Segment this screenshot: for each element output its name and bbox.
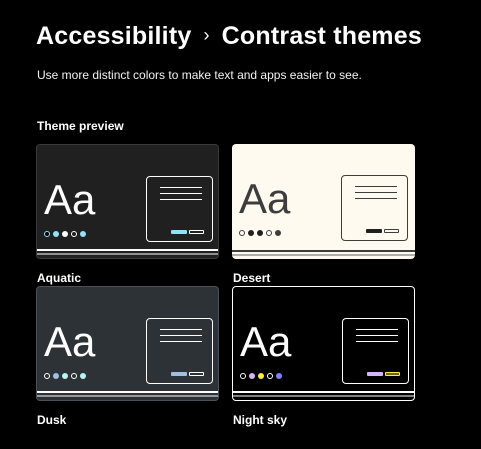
text-line bbox=[356, 335, 398, 336]
swatch-dot bbox=[80, 231, 86, 237]
color-swatches bbox=[44, 231, 86, 237]
color-swatches bbox=[44, 373, 86, 379]
swatch-dot bbox=[62, 373, 68, 379]
swatch-dot bbox=[44, 231, 50, 237]
preview-button-primary bbox=[171, 372, 187, 376]
window-preview bbox=[146, 318, 213, 384]
theme-name-dusk: Dusk bbox=[37, 413, 67, 427]
page-description: Use more distinct colors to make text an… bbox=[37, 68, 362, 82]
theme-card-night-sky[interactable]: Aa bbox=[232, 286, 415, 401]
preview-button-secondary bbox=[385, 372, 400, 376]
text-line bbox=[160, 199, 202, 200]
text-line bbox=[355, 198, 397, 199]
breadcrumb-contrast-themes: Contrast themes bbox=[221, 22, 422, 50]
preview-button-primary bbox=[367, 372, 383, 376]
text-line bbox=[356, 341, 398, 342]
text-line bbox=[355, 192, 397, 193]
theme-name-aquatic: Aquatic bbox=[37, 271, 82, 285]
swatch-dot bbox=[258, 373, 264, 379]
swatch-dot bbox=[257, 230, 263, 236]
text-line bbox=[356, 329, 398, 330]
swatch-dot bbox=[53, 373, 59, 379]
theme-sample-text: Aa bbox=[44, 176, 96, 223]
swatch-dot bbox=[44, 373, 50, 379]
theme-sample-text: Aa bbox=[239, 175, 291, 222]
text-line bbox=[160, 341, 202, 342]
preview-bar bbox=[233, 395, 414, 397]
color-swatches bbox=[239, 230, 281, 236]
swatch-dot bbox=[71, 231, 77, 237]
text-line bbox=[355, 186, 397, 187]
text-line bbox=[160, 193, 202, 194]
swatch-dot bbox=[80, 373, 86, 379]
preview-bar bbox=[37, 391, 218, 393]
page-title: Accessibility › Contrast themes bbox=[36, 22, 422, 51]
swatch-dot bbox=[275, 230, 281, 236]
preview-bar bbox=[232, 254, 415, 256]
theme-preview-heading: Theme preview bbox=[37, 119, 124, 133]
swatch-dot bbox=[249, 373, 255, 379]
window-preview bbox=[146, 176, 213, 242]
swatch-dot bbox=[266, 230, 272, 236]
swatch-dot bbox=[240, 373, 246, 379]
preview-bar bbox=[37, 395, 218, 397]
preview-bar bbox=[233, 391, 414, 393]
preview-button-secondary bbox=[189, 372, 204, 376]
theme-card-aquatic[interactable]: Aa bbox=[36, 144, 219, 259]
theme-card-desert[interactable]: Aa bbox=[232, 144, 415, 259]
theme-name-desert: Desert bbox=[233, 271, 271, 285]
swatch-dot bbox=[71, 373, 77, 379]
preview-button-secondary bbox=[384, 229, 399, 233]
text-line bbox=[160, 187, 202, 188]
breadcrumb-accessibility[interactable]: Accessibility bbox=[36, 22, 191, 50]
chevron-right-icon: › bbox=[203, 25, 210, 45]
text-line bbox=[160, 329, 202, 330]
preview-button-primary bbox=[366, 229, 382, 233]
preview-button-primary bbox=[171, 230, 187, 234]
preview-bar bbox=[232, 250, 415, 252]
theme-sample-text: Aa bbox=[44, 318, 96, 365]
preview-bar bbox=[37, 253, 218, 255]
window-preview bbox=[341, 175, 408, 241]
swatch-dot bbox=[62, 231, 68, 237]
theme-sample-text: Aa bbox=[240, 318, 292, 365]
theme-card-dusk[interactable]: Aa bbox=[36, 286, 219, 401]
swatch-dot bbox=[53, 231, 59, 237]
color-swatches bbox=[240, 373, 282, 379]
preview-bar bbox=[37, 249, 218, 251]
swatch-dot bbox=[267, 373, 273, 379]
theme-name-night-sky: Night sky bbox=[233, 413, 288, 427]
preview-button-secondary bbox=[189, 230, 204, 234]
window-preview bbox=[342, 318, 409, 384]
swatch-dot bbox=[248, 230, 254, 236]
swatch-dot bbox=[276, 373, 282, 379]
text-line bbox=[160, 335, 202, 336]
swatch-dot bbox=[239, 230, 245, 236]
